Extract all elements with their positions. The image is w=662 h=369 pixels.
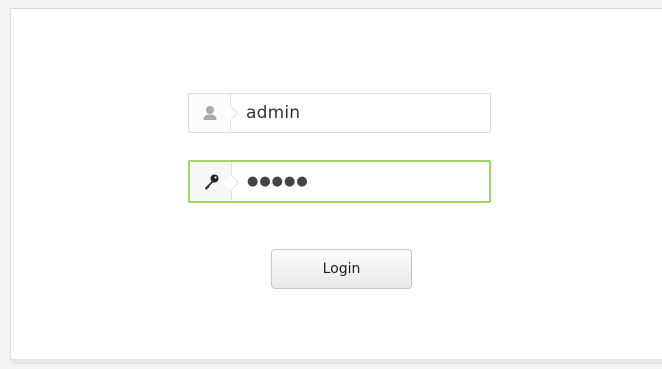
key-icon <box>190 162 232 201</box>
login-button[interactable]: Login <box>271 249 412 289</box>
password-field[interactable]: ●●●●● <box>188 160 491 203</box>
user-icon <box>189 94 231 132</box>
username-field[interactable]: admin <box>188 93 491 133</box>
password-value: ●●●●● <box>247 174 309 189</box>
login-panel: admin ●●●●● Login <box>10 8 662 364</box>
username-value: admin <box>246 103 301 123</box>
